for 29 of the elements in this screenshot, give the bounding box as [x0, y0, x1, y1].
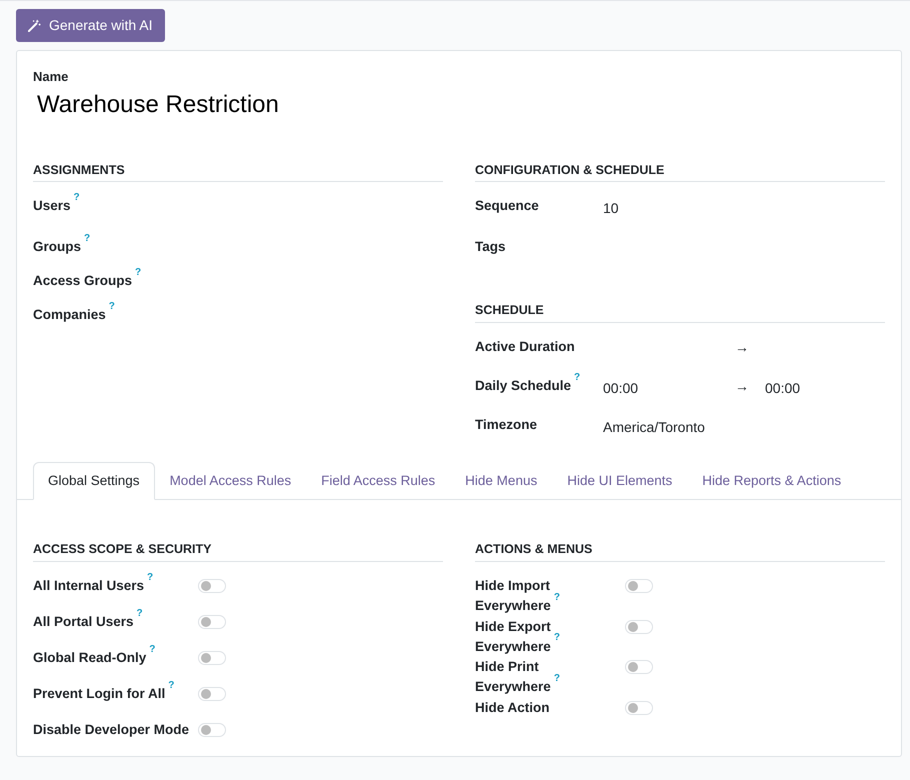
generate-button[interactable]: Generate with AI [16, 9, 165, 42]
field-label: Sequence [475, 197, 540, 216]
field-label: Hide Action [475, 698, 551, 716]
field-value[interactable]: America/Toronto [603, 417, 705, 438]
tab[interactable]: Model Access Rules [154, 462, 306, 500]
field-label: Active Duration [475, 338, 576, 356]
name-field[interactable]: Warehouse Restriction [33, 86, 885, 122]
group-title: CONFIGURATION & SCHEDULE [475, 160, 885, 182]
tab[interactable]: Field Access Rules [306, 462, 450, 500]
field-label: Timezone [475, 416, 538, 434]
field-label: Hide Print Everywhere $^{?}$ [475, 658, 561, 696]
field-label: Hide Export Everywhere $^{?}$ [475, 618, 561, 656]
group-title: ACTIONS & MENUS [475, 540, 885, 562]
group-title: ACCESS SCOPE & SECURITY [33, 540, 443, 562]
start-field[interactable]: 00:00 [603, 378, 735, 399]
arrow-icon: → [735, 376, 749, 397]
tab[interactable]: Hide UI Elements [552, 462, 688, 500]
tab[interactable]: Global Settings [33, 462, 155, 500]
field-label: Disable Developer Mode [33, 721, 190, 739]
name-label: Name [33, 68, 70, 86]
field-label: Hide Import Everywhere $^{?}$ [475, 577, 561, 616]
tab[interactable]: Hide Menus [450, 462, 552, 500]
end-field[interactable]: 00:00 [765, 378, 800, 399]
tab[interactable]: Hide Reports & Actions [687, 462, 856, 500]
group-title: ASSIGNMENTS [33, 160, 443, 182]
field-label: Tags [475, 238, 507, 256]
group-title: SCHEDULE [475, 301, 885, 323]
field-value[interactable]: 10 [603, 198, 619, 220]
arrow-icon: → [735, 337, 749, 358]
